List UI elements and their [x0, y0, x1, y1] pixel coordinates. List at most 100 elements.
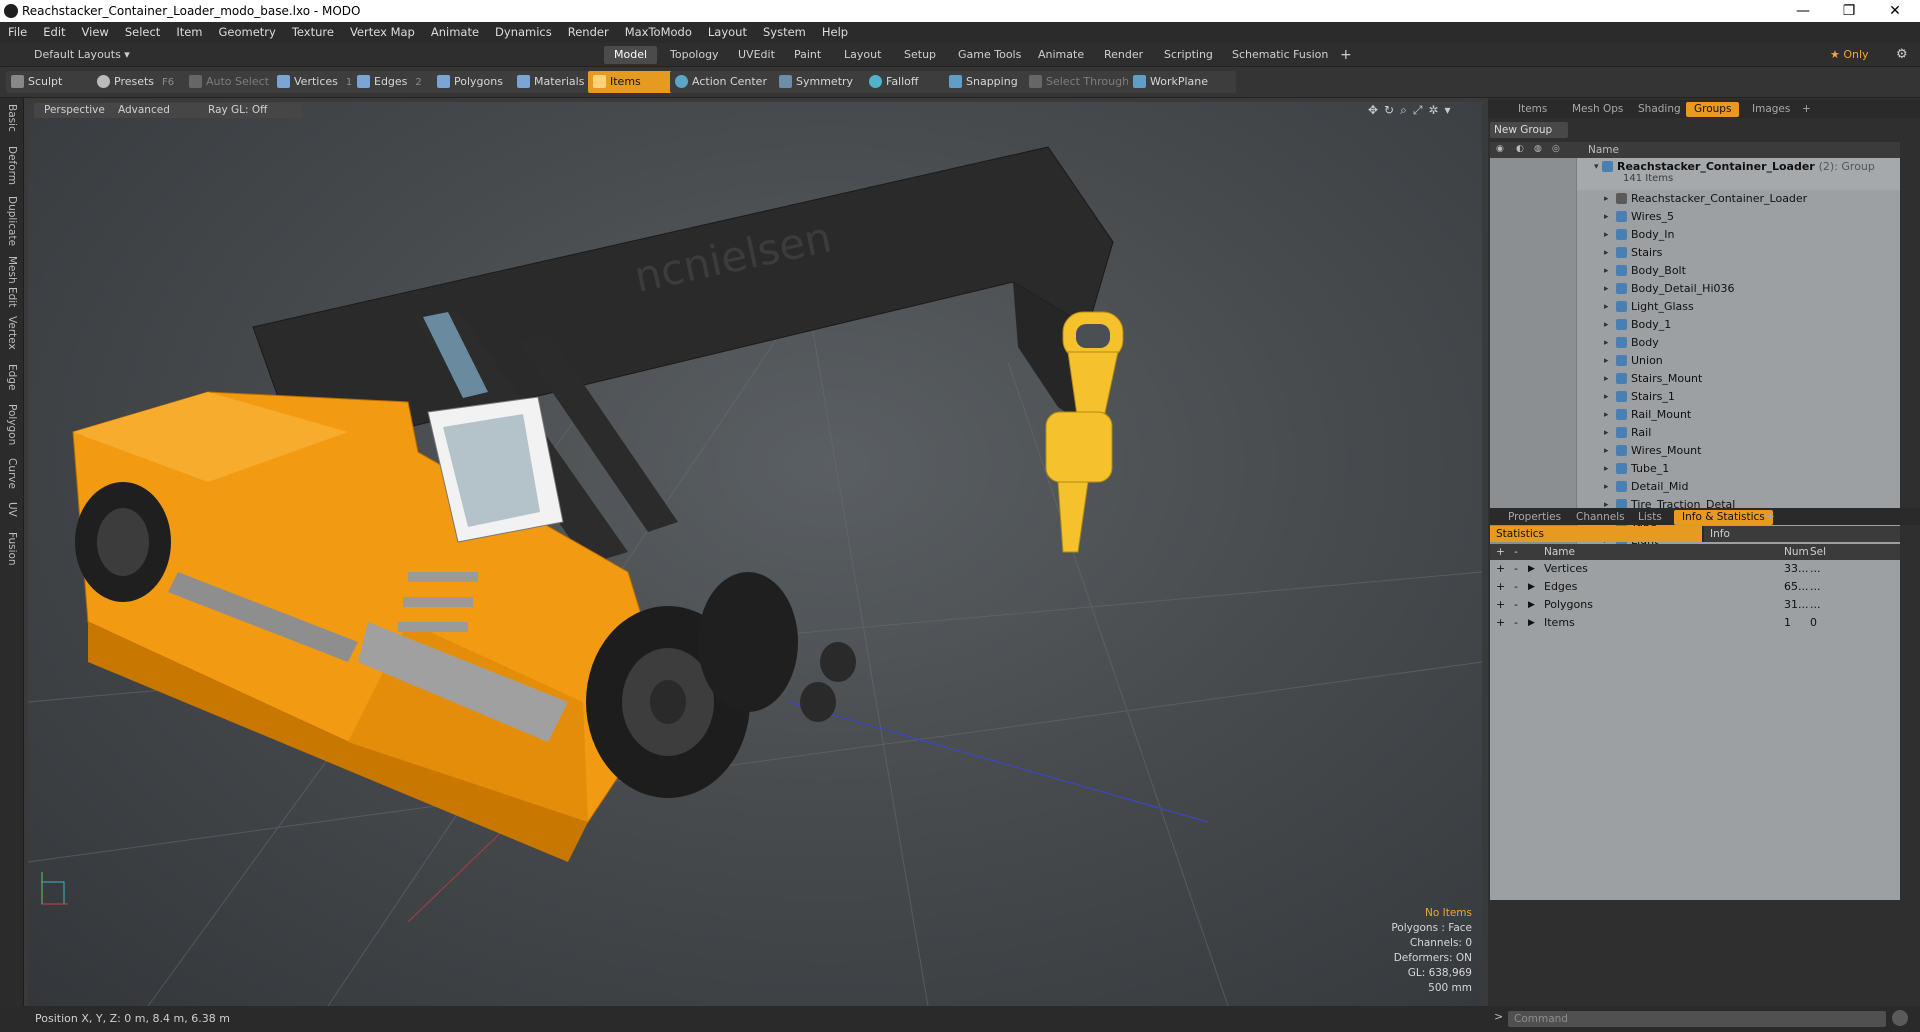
table-row[interactable]: + - ▶ Edges 65......	[1490, 578, 1900, 596]
tab-mesh-ops[interactable]: Mesh Ops	[1564, 102, 1631, 117]
tab-setup[interactable]: Setup	[894, 46, 946, 64]
stats-list[interactable]: + - ▶ Vertices 33...... + - ▶ Edges 65...... + - ▶ Po…	[1490, 560, 1900, 900]
group-row[interactable]: ▾ Reachstacker_Container_Loader (2): Gro…	[1490, 158, 1900, 190]
expand-icon[interactable]: +	[1496, 614, 1505, 632]
render-icon[interactable]: ◐	[1516, 144, 1524, 154]
menu-maxtomodo[interactable]: MaxToModo	[617, 22, 700, 43]
menu-edit[interactable]: Edit	[35, 22, 73, 43]
tab-groups[interactable]: Groups	[1686, 102, 1740, 117]
menu-layout[interactable]: Layout	[700, 22, 755, 43]
close-button[interactable]: ✕	[1872, 1, 1918, 21]
command-input[interactable]: Command	[1508, 1011, 1886, 1027]
list-item[interactable]: ▸ Rail_Mount	[1490, 406, 1900, 424]
collapse-icon[interactable]: ▾	[1594, 158, 1599, 176]
name-column-header[interactable]: Name	[1588, 144, 1619, 156]
expand-icon[interactable]: ▸	[1604, 334, 1609, 352]
record-icon[interactable]	[1892, 1010, 1908, 1026]
expand-icon[interactable]: +	[1496, 560, 1505, 578]
list-item[interactable]: ▸ Stairs_Mount	[1490, 370, 1900, 388]
tab-animate[interactable]: Animate	[1028, 46, 1094, 64]
menu-system[interactable]: System	[755, 22, 814, 43]
list-item[interactable]: ▸ Tube_1	[1490, 460, 1900, 478]
maximize-button[interactable]: ❐	[1826, 1, 1872, 21]
list-item[interactable]: ▸ Wires_Mount	[1490, 442, 1900, 460]
tab-game-tools[interactable]: Game Tools	[948, 46, 1031, 64]
expand-icon[interactable]: ▸	[1604, 370, 1609, 388]
tab-uvedit[interactable]: UVEdit	[728, 46, 785, 64]
tab-items[interactable]: Items	[1510, 102, 1555, 117]
list-item[interactable]: ▸ Body_Detail_Hi036	[1490, 280, 1900, 298]
expand-icon[interactable]: ▸	[1604, 388, 1609, 406]
menu-help[interactable]: Help	[814, 22, 856, 43]
expand-icon[interactable]: +	[1496, 578, 1505, 596]
tab-schematic-fusion[interactable]: Schematic Fusion	[1222, 46, 1338, 64]
tab-shading[interactable]: Shading	[1630, 102, 1689, 117]
expand-icon[interactable]: ▸	[1604, 280, 1609, 298]
disclosure-icon[interactable]: ▶	[1528, 614, 1535, 632]
layouts-dropdown[interactable]: Default Layouts ▾	[4, 46, 140, 64]
expand-icon[interactable]: ▸	[1604, 316, 1609, 334]
menu-select[interactable]: Select	[117, 22, 168, 43]
raygl-button[interactable]: Ray GL: Off	[198, 103, 302, 118]
list-item[interactable]: ▸ Rail	[1490, 424, 1900, 442]
stats-num-header[interactable]: Num	[1784, 544, 1809, 560]
add-tab-button[interactable]: +	[1330, 46, 1362, 64]
tab-render[interactable]: Render	[1094, 46, 1153, 64]
tab-images[interactable]: Images	[1744, 102, 1798, 117]
tab-topology[interactable]: Topology	[660, 46, 729, 64]
expand-icon[interactable]: ▸	[1604, 244, 1609, 262]
list-item[interactable]: ▸ Stairs	[1490, 244, 1900, 262]
expand-icon[interactable]: ▸	[1604, 226, 1609, 244]
tab-properties[interactable]: Properties	[1500, 510, 1569, 525]
menu-geometry[interactable]: Geometry	[211, 22, 284, 43]
tab-paint[interactable]: Paint	[784, 46, 831, 64]
visibility-eye-icon[interactable]: ◉	[1496, 144, 1504, 154]
expand-icon[interactable]: ▸	[1604, 478, 1609, 496]
list-item[interactable]: ▸ Detail_Mid	[1490, 478, 1900, 496]
list-item[interactable]: ▸ Union	[1490, 352, 1900, 370]
collapse-icon[interactable]: -	[1514, 560, 1518, 578]
disclosure-icon[interactable]: ▶	[1528, 578, 1535, 596]
expand-icon[interactable]: +	[1496, 596, 1505, 614]
expand-icon[interactable]: ▸	[1604, 460, 1609, 478]
disclosure-icon[interactable]: ▶	[1528, 596, 1535, 614]
tab-layout[interactable]: Layout	[834, 46, 891, 64]
expand-icon[interactable]: ▸	[1604, 406, 1609, 424]
viewport-nav-icons[interactable]: ✥↻⌕⤢✲▾	[1368, 103, 1457, 118]
collapse-icon[interactable]: -	[1514, 578, 1518, 596]
list-item[interactable]: ▸ Light_Glass	[1490, 298, 1900, 316]
collapse-icon[interactable]: -	[1514, 596, 1518, 614]
list-item[interactable]: ▸ Stairs_1	[1490, 388, 1900, 406]
tab-model[interactable]: Model	[604, 46, 658, 64]
table-row[interactable]: + - ▶ Vertices 33......	[1490, 560, 1900, 578]
menu-item[interactable]: Item	[168, 22, 210, 43]
gear-icon[interactable]: ⚙	[1886, 46, 1918, 64]
list-item[interactable]: ▸ Body_1	[1490, 316, 1900, 334]
lock-icon[interactable]: ◍	[1534, 144, 1542, 154]
only-toggle[interactable]: ★ Only	[1820, 46, 1879, 64]
list-item[interactable]: ▸ Body_Bolt	[1490, 262, 1900, 280]
add-stats-tab-button[interactable]: +	[1758, 510, 1783, 525]
menu-animate[interactable]: Animate	[423, 22, 487, 43]
add-panel-tab-button[interactable]: +	[1794, 102, 1819, 117]
menu-dynamics[interactable]: Dynamics	[487, 22, 560, 43]
presets-button[interactable]: Presets F6	[92, 71, 198, 93]
expand-icon[interactable]: ▸	[1604, 352, 1609, 370]
expand-icon[interactable]: ▸	[1604, 298, 1609, 316]
menu-file[interactable]: File	[0, 22, 35, 43]
list-item[interactable]: ▸ Body_In	[1490, 226, 1900, 244]
stats-name-header[interactable]: Name	[1544, 544, 1575, 560]
list-item[interactable]: ▸ Wires_5	[1490, 208, 1900, 226]
menu-texture[interactable]: Texture	[284, 22, 342, 43]
tab-channels[interactable]: Channels	[1568, 510, 1633, 525]
menu-view[interactable]: View	[74, 22, 117, 43]
stats-sel-header[interactable]: Sel	[1810, 544, 1826, 560]
workplane-button[interactable]: WorkPlane	[1128, 71, 1236, 93]
expand-icon[interactable]: ▸	[1604, 208, 1609, 226]
list-item[interactable]: ▸ Body	[1490, 334, 1900, 352]
expand-icon[interactable]: ▸	[1604, 190, 1609, 208]
subtab-info[interactable]: Info	[1704, 526, 1900, 542]
shading-advanced-button[interactable]: Advanced	[108, 103, 208, 118]
table-row[interactable]: + - ▶ Polygons 31......	[1490, 596, 1900, 614]
menu-vertex-map[interactable]: Vertex Map	[342, 22, 423, 43]
